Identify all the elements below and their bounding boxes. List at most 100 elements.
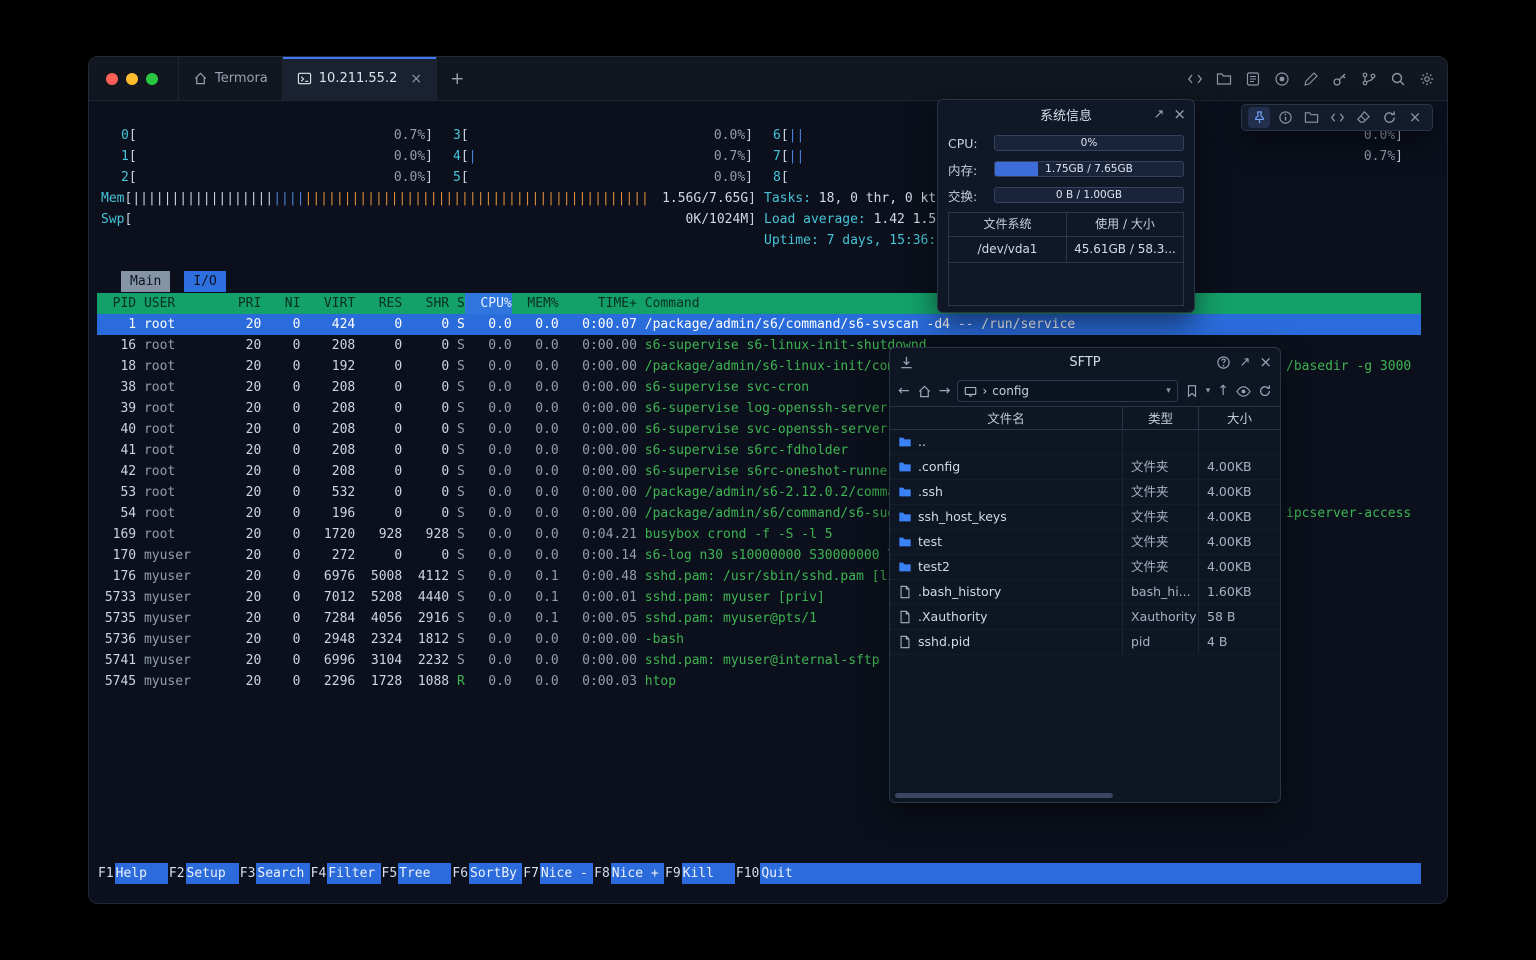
back-icon[interactable]: ← [898, 384, 910, 398]
fkey-button[interactable]: SortBy [469, 863, 522, 884]
fkey-button[interactable]: Setup [186, 863, 239, 884]
swap-meter-row: Swp[0K/1024M] Load average: 1.42 1.54 1.… [97, 209, 1421, 230]
open-in-window-icon[interactable]: ↗ [1154, 107, 1165, 122]
file-row[interactable]: .config文件夹4.00KB [890, 455, 1280, 480]
htop-tab-main[interactable]: Main [121, 271, 170, 292]
minimize-window-button[interactable] [126, 73, 138, 85]
column-filename[interactable]: 文件名 [890, 407, 1122, 429]
refresh-icon[interactable] [1258, 384, 1272, 398]
file-row[interactable]: .XauthorityXauthority58 B [890, 605, 1280, 630]
sftp-navbar: ← → › config ▾ ▾ ↑ [890, 376, 1280, 406]
fkey-key: F2 [168, 863, 186, 884]
pin-icon[interactable] [1248, 107, 1270, 128]
close-window-button[interactable] [106, 73, 118, 85]
folder-icon[interactable] [1215, 71, 1232, 88]
memory-usage-bar: 1.75GB / 7.65GB [994, 161, 1184, 177]
parent-directory-icon[interactable]: ↑ [1217, 384, 1229, 398]
log-icon[interactable] [1244, 71, 1261, 88]
fkey-button[interactable]: Nice - [540, 863, 593, 884]
close-icon[interactable]: × [1259, 355, 1272, 370]
close-icon[interactable]: × [1404, 107, 1426, 128]
home-icon[interactable] [917, 384, 932, 399]
column-s[interactable]: S [449, 293, 465, 314]
column-cpu[interactable]: CPU% [465, 293, 512, 314]
file-name: .ssh [918, 480, 943, 504]
file-size [1198, 430, 1280, 454]
help-icon[interactable] [1216, 355, 1231, 370]
file-row[interactable]: test文件夹4.00KB [890, 530, 1280, 555]
htop-tab-io[interactable]: I/O [184, 271, 225, 292]
column-time[interactable]: TIME+ [559, 293, 637, 314]
edit-icon[interactable] [1302, 71, 1319, 88]
file-size: 4.00KB [1198, 480, 1280, 504]
panel-title: 系统信息 [1040, 105, 1092, 124]
window-controls [89, 57, 178, 100]
tab-termora[interactable]: Termora [178, 57, 283, 100]
cpu-meter: 3[0.0%] [453, 125, 753, 146]
close-tab-icon[interactable]: × [410, 71, 422, 87]
column-res[interactable]: RES [355, 293, 402, 314]
folder-icon [898, 535, 912, 549]
file-row[interactable]: .ssh 文件夹4.00KB [890, 480, 1280, 505]
clean-icon[interactable] [1352, 107, 1374, 128]
tab-session[interactable]: 10.211.55.2 × [283, 57, 437, 100]
info-icon[interactable] [1274, 107, 1296, 128]
filesystem-row[interactable]: /dev/vda1 45.61GB / 58.3... [949, 237, 1183, 263]
key-icon[interactable] [1331, 71, 1348, 88]
app-window: Termora 10.211.55.2 × + 0[0.7%]3[0.0%]6[… [88, 56, 1448, 904]
bookmark-icon[interactable] [1185, 384, 1199, 398]
swap-usage-bar: 0 B / 1.00GB [994, 187, 1184, 203]
new-tab-button[interactable]: + [437, 57, 477, 100]
column-type[interactable]: 类型 [1122, 407, 1198, 429]
file-table-header: 文件名 类型 大小 [890, 406, 1280, 430]
file-type: bash_hi... [1122, 580, 1198, 604]
file-row[interactable]: test2文件夹4.00KB [890, 555, 1280, 580]
fkey-button[interactable]: Tree [398, 863, 451, 884]
file-type: 文件夹 [1122, 480, 1198, 504]
bookmark-dropdown-icon[interactable]: ▾ [1206, 386, 1211, 396]
column-mem[interactable]: MEM% [512, 293, 559, 314]
horizontal-scrollbar[interactable] [895, 793, 1113, 798]
fkey-button[interactable]: Nice + [611, 863, 664, 884]
column-virt[interactable]: VIRT [300, 293, 355, 314]
column-user[interactable]: USER [144, 293, 214, 314]
swap-meter: Swp[0K/1024M] [101, 209, 756, 230]
function-key-bar: F1HelpF2SetupF3SearchF4FilterF5TreeF6Sor… [97, 863, 1421, 884]
branch-icon[interactable] [1360, 71, 1377, 88]
file-name: .. [918, 430, 926, 454]
folder-icon[interactable] [1300, 107, 1322, 128]
fkey-button[interactable]: Quit [760, 863, 813, 884]
transfers-icon[interactable] [899, 348, 914, 376]
path-separator: › [982, 384, 987, 398]
record-icon[interactable] [1273, 71, 1290, 88]
file-row[interactable]: .. [890, 430, 1280, 455]
search-icon[interactable] [1389, 71, 1406, 88]
column-pri[interactable]: PRI [214, 293, 261, 314]
file-name: ssh_host_keys [918, 505, 1007, 529]
column-shr[interactable]: SHR [402, 293, 449, 314]
settings-icon[interactable] [1418, 71, 1435, 88]
file-name: .Xauthority [918, 605, 988, 629]
file-row[interactable]: ssh_host_keys文件夹4.00KB [890, 505, 1280, 530]
code-icon[interactable] [1186, 71, 1203, 88]
refresh-icon[interactable] [1378, 107, 1400, 128]
fkey-button[interactable]: Help [115, 863, 168, 884]
fkey-button[interactable]: Filter [327, 863, 380, 884]
path-dropdown-icon[interactable]: ▾ [1166, 386, 1171, 396]
close-icon[interactable]: × [1173, 107, 1186, 122]
file-row[interactable]: sshd.pidpid4 B [890, 630, 1280, 655]
code-icon[interactable] [1326, 107, 1348, 128]
cpu-meter: 5[0.0%] [453, 167, 753, 188]
zoom-window-button[interactable] [146, 73, 158, 85]
column-pid[interactable]: PID [97, 293, 136, 314]
fkey-button[interactable]: Kill [682, 863, 735, 884]
fkey-button[interactable]: Search [256, 863, 309, 884]
column-size[interactable]: 大小 [1198, 407, 1280, 429]
open-in-window-icon[interactable]: ↗ [1240, 355, 1251, 370]
process-row[interactable]: 1root20042400S0.00.00:00.07/package/admi… [97, 314, 1421, 335]
column-ni[interactable]: NI [261, 293, 300, 314]
forward-icon[interactable]: → [939, 384, 951, 398]
path-breadcrumb[interactable]: › config ▾ [957, 380, 1177, 402]
file-row[interactable]: .bash_historybash_hi...1.60KB [890, 580, 1280, 605]
show-hidden-icon[interactable] [1236, 384, 1251, 399]
